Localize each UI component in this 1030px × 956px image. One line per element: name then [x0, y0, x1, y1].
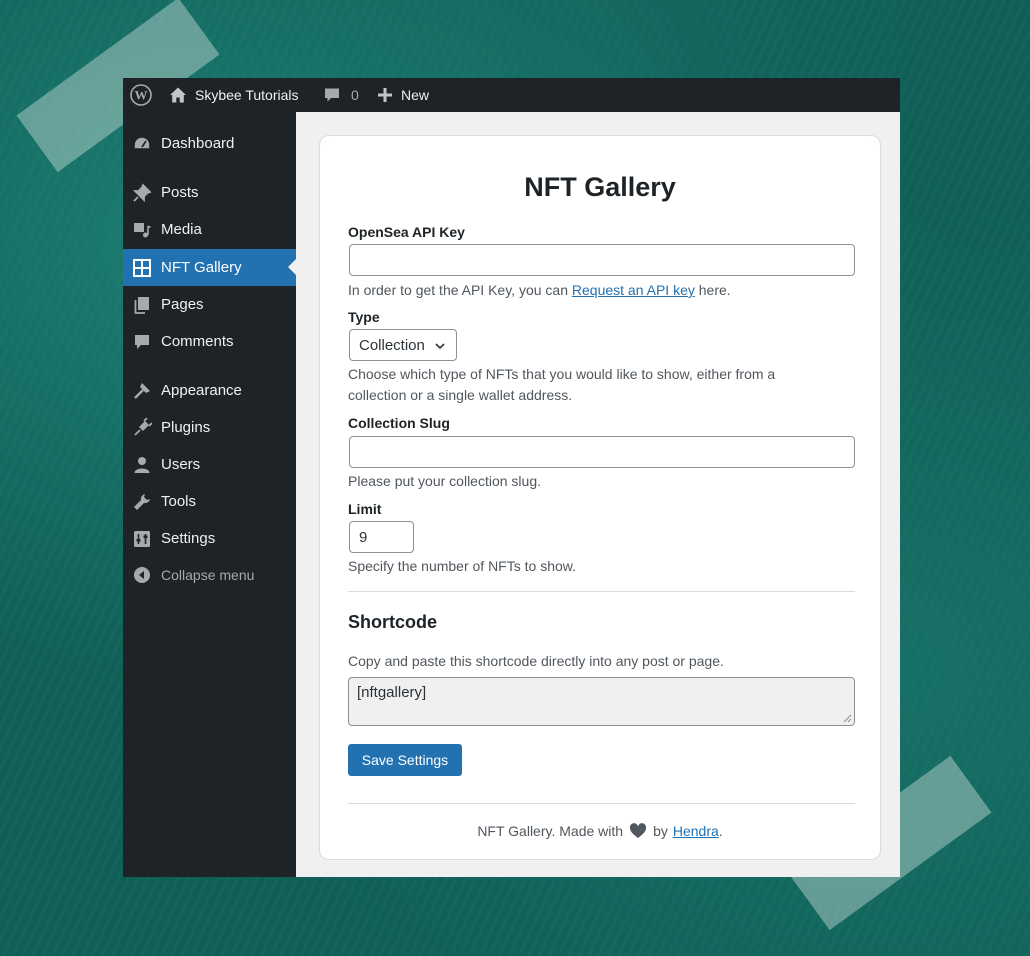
- footer-by: by: [653, 823, 668, 839]
- admin-bar-new-button[interactable]: New: [377, 78, 429, 112]
- comment-icon: [123, 332, 161, 352]
- comment-bubble-icon: [325, 88, 339, 102]
- admin-bar-comments-button[interactable]: 0: [323, 78, 359, 112]
- settings-icon: [123, 529, 161, 549]
- api-key-help: In order to get the API Key, you can Req…: [348, 280, 828, 301]
- type-help: Choose which type of NFTs that you would…: [348, 366, 776, 403]
- collection-slug-input[interactable]: [349, 436, 855, 468]
- comments-count: 0: [351, 87, 359, 103]
- wrench-icon: [123, 492, 161, 512]
- section-divider: [348, 591, 855, 592]
- collection-slug-label: Collection Slug: [348, 415, 450, 431]
- wordpress-logo-icon: W: [130, 84, 152, 106]
- sidebar-item-nft-gallery[interactable]: NFT Gallery: [123, 249, 296, 286]
- shortcode-help: Copy and paste this shortcode directly i…: [348, 653, 724, 669]
- new-label: New: [401, 87, 430, 103]
- collapse-menu-label: Collapse menu: [161, 566, 255, 583]
- sidebar-item-users[interactable]: Users: [123, 446, 296, 483]
- sidebar-item-media[interactable]: Media: [123, 211, 296, 248]
- limit-input[interactable]: 9: [349, 521, 414, 553]
- type-label: Type: [348, 309, 380, 325]
- page-title: NFT Gallery: [524, 172, 676, 202]
- author-link[interactable]: Hendra: [673, 823, 719, 839]
- chevron-down-icon: [435, 343, 445, 350]
- grid-icon: [123, 258, 161, 278]
- sidebar-item-tools[interactable]: Tools: [123, 483, 296, 520]
- sidebar-item-label: Media: [161, 221, 202, 238]
- save-settings-button[interactable]: Save Settings: [348, 744, 462, 776]
- admin-bar: W Skybee Tutorials 0 New: [123, 78, 900, 112]
- sidebar-item-label: Dashboard: [161, 135, 235, 152]
- pin-icon: [123, 182, 161, 203]
- pages-icon: [123, 295, 161, 315]
- wordpress-logo-button[interactable]: W: [129, 78, 153, 112]
- sidebar-item-label: Plugins: [161, 419, 211, 436]
- sidebar-item-label: Posts: [161, 184, 199, 201]
- dashboard-icon: [123, 134, 161, 154]
- site-name-label: Skybee Tutorials: [195, 87, 299, 103]
- shortcode-value: [nftgallery]: [357, 684, 427, 701]
- sidebar-item-label: NFT Gallery: [161, 259, 242, 276]
- plug-icon: [123, 417, 161, 438]
- sidebar-item-label: Comments: [161, 333, 234, 350]
- admin-sidebar: Dashboard Posts Media NFT Gallery Pages …: [123, 112, 296, 877]
- brush-icon: [123, 381, 161, 401]
- limit-label: Limit: [348, 501, 382, 517]
- limit-value: 9: [359, 528, 368, 546]
- sidebar-item-label: Pages: [161, 296, 204, 313]
- api-key-help-suffix: here.: [694, 282, 731, 298]
- footer: NFT Gallery. Made with by Hendra.: [320, 823, 880, 839]
- request-api-key-link[interactable]: Request an API key: [572, 282, 695, 298]
- sidebar-item-posts[interactable]: Posts: [123, 174, 296, 211]
- resize-handle-icon[interactable]: [843, 714, 852, 723]
- sidebar-item-settings[interactable]: Settings: [123, 520, 296, 557]
- collapse-menu-button[interactable]: Collapse menu: [123, 556, 296, 593]
- footer-text: NFT Gallery. Made with: [477, 823, 624, 839]
- heart-icon: [629, 823, 647, 839]
- sidebar-item-pages[interactable]: Pages: [123, 286, 296, 323]
- sidebar-item-dashboard[interactable]: Dashboard: [123, 125, 296, 162]
- svg-text:W: W: [135, 88, 148, 103]
- sidebar-item-label: Users: [161, 456, 201, 473]
- active-menu-arrow: [288, 259, 296, 275]
- collection-slug-help: Please put your collection slug.: [348, 473, 541, 489]
- site-name-link[interactable]: Skybee Tutorials: [169, 78, 299, 112]
- sidebar-item-label: Tools: [161, 493, 197, 510]
- sidebar-item-appearance[interactable]: Appearance: [123, 372, 296, 409]
- limit-help: Specify the number of NFTs to show.: [348, 558, 576, 574]
- footer-period: .: [718, 823, 723, 839]
- wordpress-admin-window: W Skybee Tutorials 0 New Dashboard Posts…: [123, 78, 900, 877]
- sidebar-item-label: Appearance: [161, 382, 242, 399]
- home-icon: [170, 87, 186, 103]
- media-icon: [123, 220, 161, 240]
- api-key-label: OpenSea API Key: [348, 224, 465, 240]
- api-key-help-text: In order to get the API Key, you can: [348, 282, 572, 298]
- type-select-value: Collection: [359, 336, 425, 354]
- type-select[interactable]: Collection: [349, 329, 457, 361]
- footer-divider: [348, 803, 855, 804]
- sidebar-item-comments[interactable]: Comments: [123, 323, 296, 360]
- settings-card: NFT Gallery OpenSea API Key In order to …: [319, 135, 881, 860]
- shortcode-title: Shortcode: [348, 612, 438, 632]
- sidebar-item-plugins[interactable]: Plugins: [123, 409, 296, 446]
- api-key-input[interactable]: [349, 244, 855, 276]
- user-icon: [123, 455, 161, 475]
- collapse-arrow-icon: [123, 566, 161, 584]
- shortcode-textarea[interactable]: [nftgallery]: [348, 677, 855, 726]
- sidebar-item-label: Settings: [161, 530, 216, 547]
- plus-icon: [378, 88, 392, 102]
